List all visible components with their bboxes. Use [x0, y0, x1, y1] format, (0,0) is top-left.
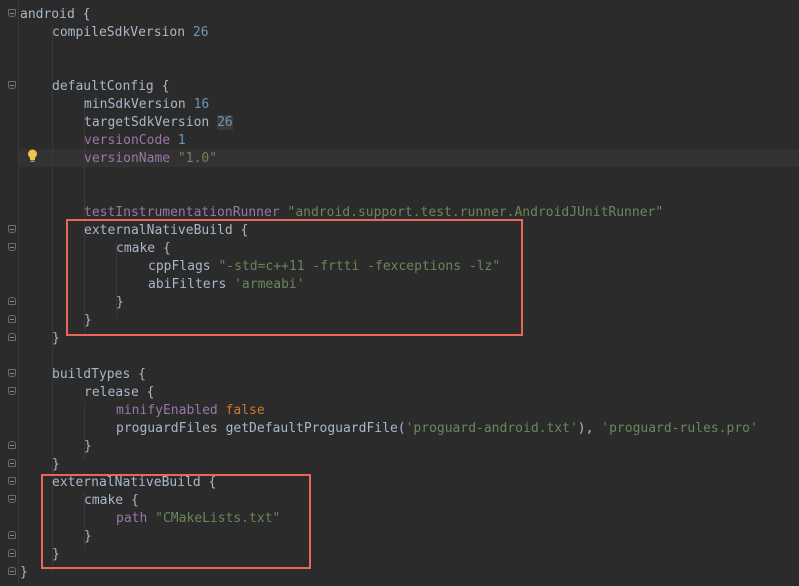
code-key: minSdkVersion — [84, 97, 186, 112]
lightbulb-icon[interactable] — [27, 149, 38, 163]
code-string: "1.0" — [177, 151, 218, 166]
code-string: 'proguard-android.txt' — [405, 421, 578, 436]
fold-marker-icon[interactable] — [8, 243, 16, 251]
code-string: 'proguard-rules.pro' — [601, 421, 758, 436]
code-line: defaultConfig { — [52, 78, 169, 96]
code-function: getDefaultProguardFile( — [225, 421, 406, 436]
fold-marker-icon[interactable] — [8, 567, 16, 575]
code-text: release { — [84, 385, 155, 400]
code-string: "android.support.test.runner.AndroidJUni… — [287, 205, 664, 220]
code-key: compileSdkVersion — [52, 25, 186, 40]
code-line: compileSdkVersion 26 — [52, 24, 209, 42]
fold-marker-icon[interactable] — [8, 387, 16, 395]
code-line: android { — [20, 6, 90, 24]
highlight-box-android-native-build — [41, 474, 311, 569]
code-line: targetSdkVersion 26 — [84, 114, 233, 132]
code-text: defaultConfig { — [52, 79, 170, 94]
code-line: versionCode 1 — [84, 132, 186, 150]
code-line: minifyEnabled false — [116, 402, 265, 420]
fold-marker-icon[interactable] — [8, 315, 16, 323]
fold-marker-icon[interactable] — [8, 333, 16, 341]
code-keyword: false — [225, 403, 265, 418]
highlight-box-default-config-native-build — [66, 219, 523, 336]
code-line: } — [52, 456, 60, 474]
code-line: } — [84, 438, 92, 456]
fold-marker-icon[interactable] — [8, 549, 16, 557]
code-number: 16 — [193, 97, 210, 112]
code-key: versionCode — [84, 133, 171, 148]
code-line: } — [52, 330, 60, 348]
code-text: } — [52, 331, 60, 346]
fold-marker-icon[interactable] — [8, 369, 16, 377]
code-line: } — [20, 564, 28, 582]
fold-marker-icon[interactable] — [8, 531, 16, 539]
fold-marker-icon[interactable] — [8, 81, 16, 89]
code-line: minSdkVersion 16 — [84, 96, 209, 114]
gutter-separator — [18, 0, 19, 586]
fold-marker-icon[interactable] — [8, 9, 16, 17]
code-text: buildTypes { — [52, 367, 146, 382]
code-line: buildTypes { — [52, 366, 146, 384]
fold-marker-icon[interactable] — [8, 495, 16, 503]
code-number: 26 — [217, 115, 233, 130]
fold-marker-icon[interactable] — [8, 441, 16, 449]
code-key: targetSdkVersion — [84, 115, 210, 130]
code-line: proguardFiles getDefaultProguardFile('pr… — [116, 420, 758, 438]
fold-marker-icon[interactable] — [8, 225, 16, 233]
code-number: 26 — [192, 25, 209, 40]
code-line: release { — [84, 384, 154, 402]
code-number: 1 — [177, 133, 186, 148]
fold-marker-icon[interactable] — [8, 459, 16, 467]
code-key: minifyEnabled — [116, 403, 218, 418]
fold-marker-icon[interactable] — [8, 297, 16, 305]
code-text: ), — [577, 421, 602, 436]
code-key: versionName — [84, 151, 171, 166]
code-text: } — [20, 565, 28, 580]
code-text: android { — [20, 7, 91, 22]
code-key: proguardFiles — [116, 421, 218, 436]
code-editor[interactable]: android { compileSdkVersion 26 defaultCo… — [0, 0, 799, 586]
code-text: } — [84, 439, 92, 454]
code-line: versionName "1.0" — [84, 150, 217, 168]
code-key: testInstrumentationRunner — [84, 205, 280, 220]
fold-marker-icon[interactable] — [8, 477, 16, 485]
code-text: } — [52, 457, 60, 472]
